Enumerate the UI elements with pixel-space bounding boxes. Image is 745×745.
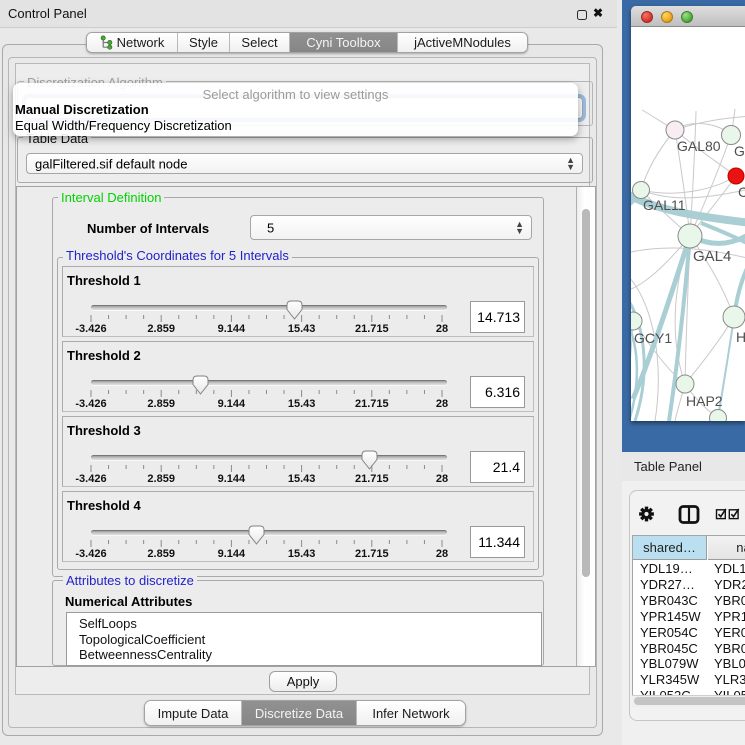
svg-text:HAP2: HAP2 [686, 393, 723, 409]
svg-text:GCY1: GCY1 [634, 330, 672, 346]
svg-text:GAL4: GAL4 [693, 248, 731, 265]
svg-text:HAP4: HAP4 [736, 329, 745, 345]
svg-text:GAL3: GAL3 [734, 143, 745, 159]
svg-text:GAL11: GAL11 [643, 197, 686, 213]
svg-text:GAL80: GAL80 [677, 138, 721, 154]
svg-text:CYC8: CYC8 [738, 184, 745, 200]
